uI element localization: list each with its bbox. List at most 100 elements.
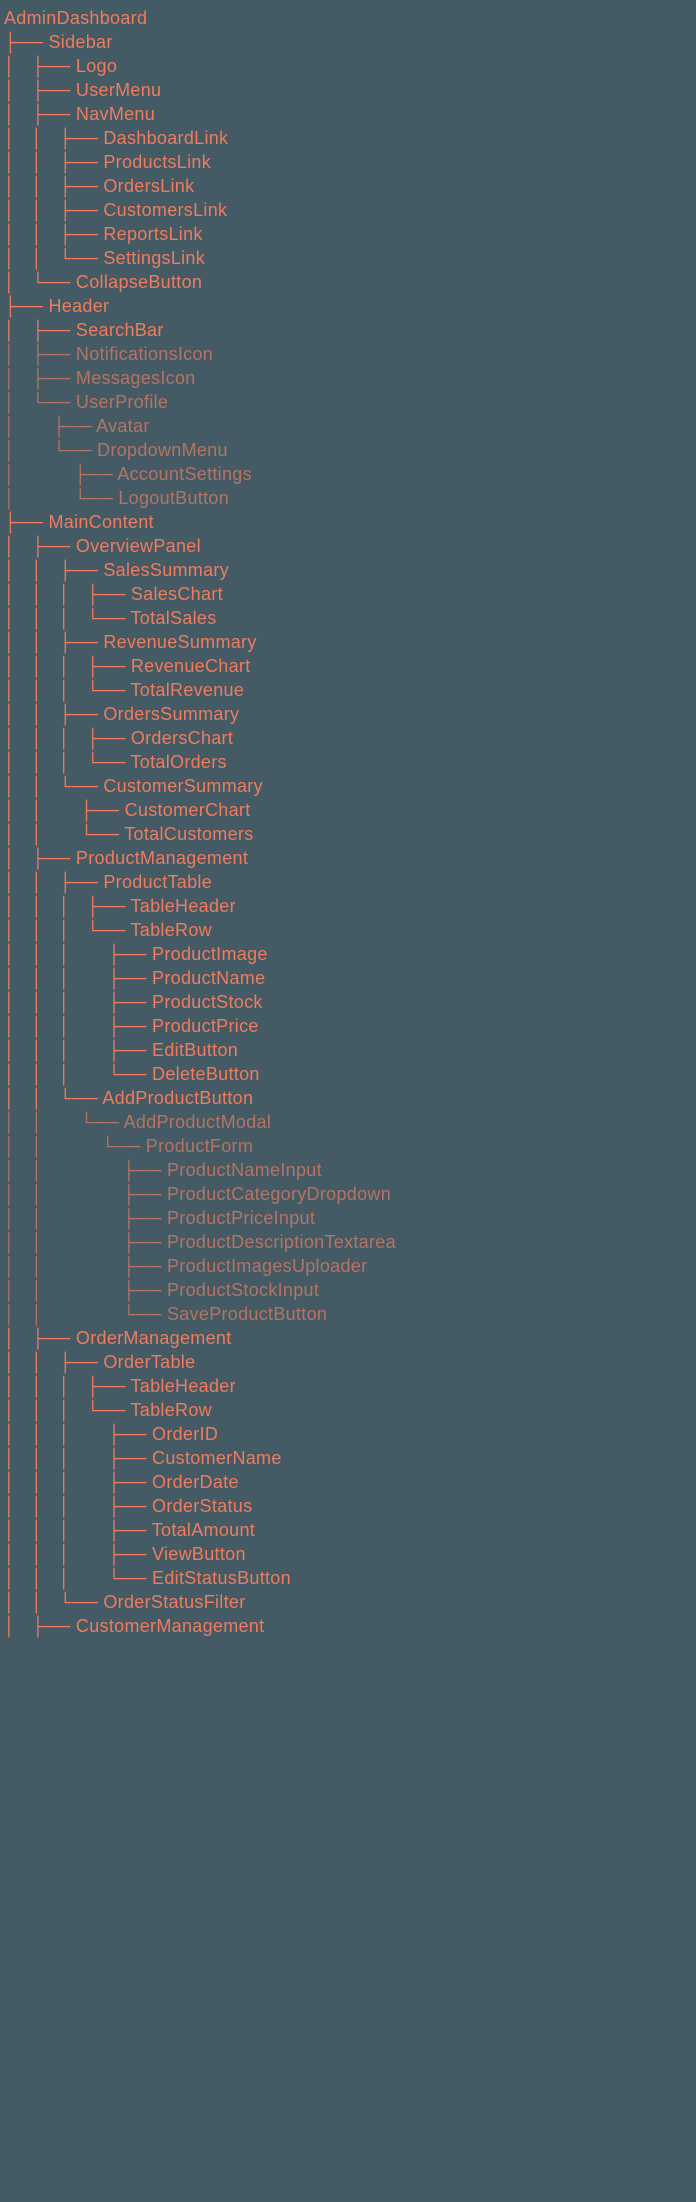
tree-node-label: CustomerName [152, 1448, 282, 1468]
tree-node: │ └── DropdownMenu [4, 438, 692, 462]
tree-branch-prefix: │ │ │ ├── [4, 1472, 152, 1492]
tree-node: │ │ │ ├── ProductImage [4, 942, 692, 966]
tree-node-label: TableRow [131, 920, 212, 940]
tree-branch-prefix: │ └── [4, 272, 76, 292]
tree-node-label: DashboardLink [103, 128, 228, 148]
tree-node: │ │ └── ProductForm [4, 1134, 692, 1158]
tree-branch-prefix: │ │ │ └── [4, 1400, 131, 1420]
tree-branch-prefix: │ │ ├── [4, 1184, 167, 1204]
tree-node: │ │ └── OrderStatusFilter [4, 1590, 692, 1614]
tree-node: │ ├── MessagesIcon [4, 366, 692, 390]
tree-node: │ │ │ ├── RevenueChart [4, 654, 692, 678]
tree-branch-prefix: ├── [4, 32, 48, 52]
tree-branch-prefix: │ │ ├── [4, 176, 103, 196]
tree-node-label: ProductManagement [76, 848, 248, 868]
tree-node: │ ├── OrderManagement [4, 1326, 692, 1350]
tree-node-label: OrderManagement [76, 1328, 232, 1348]
tree-branch-prefix: │ └── [4, 392, 76, 412]
tree-node: ├── Sidebar [4, 30, 692, 54]
tree-node-label: ProductStockInput [167, 1280, 319, 1300]
tree-branch-prefix: │ │ └── [4, 776, 103, 796]
tree-branch-prefix: │ │ ├── [4, 224, 103, 244]
tree-branch-prefix: │ ├── [4, 56, 76, 76]
tree-node: │ │ │ ├── TableHeader [4, 1374, 692, 1398]
tree-node: │ │ ├── ProductsLink [4, 150, 692, 174]
tree-node: │ │ ├── CustomersLink [4, 198, 692, 222]
tree-branch-prefix: │ │ │ ├── [4, 1448, 152, 1468]
tree-branch-prefix: │ ├── [4, 320, 76, 340]
tree-node: │ │ │ ├── OrderID [4, 1422, 692, 1446]
tree-node-label: DeleteButton [152, 1064, 260, 1084]
tree-node-label: ProductForm [146, 1136, 253, 1156]
tree-branch-prefix: │ │ ├── [4, 1208, 167, 1228]
tree-node-label: OverviewPanel [76, 536, 201, 556]
tree-node-label: ViewButton [152, 1544, 246, 1564]
tree-node-label: CustomerSummary [103, 776, 263, 796]
tree-node-label: TableHeader [131, 1376, 236, 1396]
tree-node: ├── Header [4, 294, 692, 318]
tree-node-label: UserProfile [76, 392, 168, 412]
tree-branch-prefix: │ │ │ ├── [4, 1520, 152, 1540]
tree-node: │ ├── ProductManagement [4, 846, 692, 870]
tree-node-label: RevenueSummary [103, 632, 256, 652]
tree-node: │ │ │ ├── OrderStatus [4, 1494, 692, 1518]
tree-node: │ ├── UserMenu [4, 78, 692, 102]
tree-node: │ │ │ ├── ProductStock [4, 990, 692, 1014]
tree-node-label: TotalOrders [131, 752, 227, 772]
tree-node-label: CollapseButton [76, 272, 202, 292]
tree-node: │ └── LogoutButton [4, 486, 692, 510]
tree-node-label: CustomerManagement [76, 1616, 265, 1636]
tree-node-label: ProductImage [152, 944, 268, 964]
tree-branch-prefix: │ │ ├── [4, 704, 103, 724]
tree-node: │ │ │ ├── ProductPrice [4, 1014, 692, 1038]
tree-node-label: SaveProductButton [167, 1304, 327, 1324]
tree-branch-prefix: │ │ │ ├── [4, 656, 131, 676]
tree-node-label: ProductStock [152, 992, 263, 1012]
tree-node: │ │ ├── ReportsLink [4, 222, 692, 246]
tree-node: │ ├── NavMenu [4, 102, 692, 126]
tree-node-label: CustomersLink [103, 200, 227, 220]
tree-branch-prefix: │ ├── [4, 416, 96, 436]
tree-node-label: ProductImagesUploader [167, 1256, 367, 1276]
tree-node-label: AdminDashboard [4, 8, 147, 28]
tree-node-label: ProductTable [103, 872, 212, 892]
tree-node: │ │ │ ├── OrderDate [4, 1470, 692, 1494]
tree-node-label: AccountSettings [117, 464, 252, 484]
tree-node-label: TotalRevenue [131, 680, 245, 700]
tree-node: │ ├── Avatar [4, 414, 692, 438]
tree-node-label: TotalSales [131, 608, 217, 628]
tree-branch-prefix: ├── [4, 296, 48, 316]
tree-branch-prefix: │ │ │ ├── [4, 896, 131, 916]
tree-branch-prefix: │ │ │ ├── [4, 944, 152, 964]
tree-node-label: SalesSummary [103, 560, 229, 580]
tree-node-label: AddProductModal [124, 1112, 272, 1132]
tree-branch-prefix: │ │ │ ├── [4, 1040, 152, 1060]
tree-node-label: OrdersLink [103, 176, 194, 196]
tree-node: │ ├── AccountSettings [4, 462, 692, 486]
tree-branch-prefix: │ │ └── [4, 1136, 146, 1156]
tree-node: │ └── UserProfile [4, 390, 692, 414]
tree-node: │ │ │ └── TableRow [4, 918, 692, 942]
tree-branch-prefix: │ └── [4, 488, 118, 508]
tree-branch-prefix: │ │ │ ├── [4, 1376, 131, 1396]
tree-branch-prefix: │ │ └── [4, 1088, 102, 1108]
tree-node: │ │ │ └── DeleteButton [4, 1062, 692, 1086]
tree-branch-prefix: │ │ ├── [4, 560, 103, 580]
tree-branch-prefix: │ ├── [4, 1328, 76, 1348]
tree-branch-prefix: │ │ │ └── [4, 1568, 152, 1588]
tree-node-label: MainContent [48, 512, 153, 532]
tree-node-label: EditStatusButton [152, 1568, 291, 1588]
tree-branch-prefix: │ │ │ ├── [4, 1544, 152, 1564]
tree-node: │ └── CollapseButton [4, 270, 692, 294]
tree-branch-prefix: │ │ ├── [4, 800, 125, 820]
tree-node-label: MessagesIcon [76, 368, 196, 388]
tree-node-label: CustomerChart [125, 800, 251, 820]
tree-node-label: DropdownMenu [97, 440, 228, 460]
tree-node-label: LogoutButton [118, 488, 229, 508]
tree-node: │ ├── OverviewPanel [4, 534, 692, 558]
tree-node-label: TableHeader [131, 896, 236, 916]
tree-node: │ ├── CustomerManagement [4, 1614, 692, 1638]
tree-node-label: Logo [76, 56, 117, 76]
tree-node-label: ProductName [152, 968, 265, 988]
tree-branch-prefix: │ │ │ └── [4, 680, 131, 700]
